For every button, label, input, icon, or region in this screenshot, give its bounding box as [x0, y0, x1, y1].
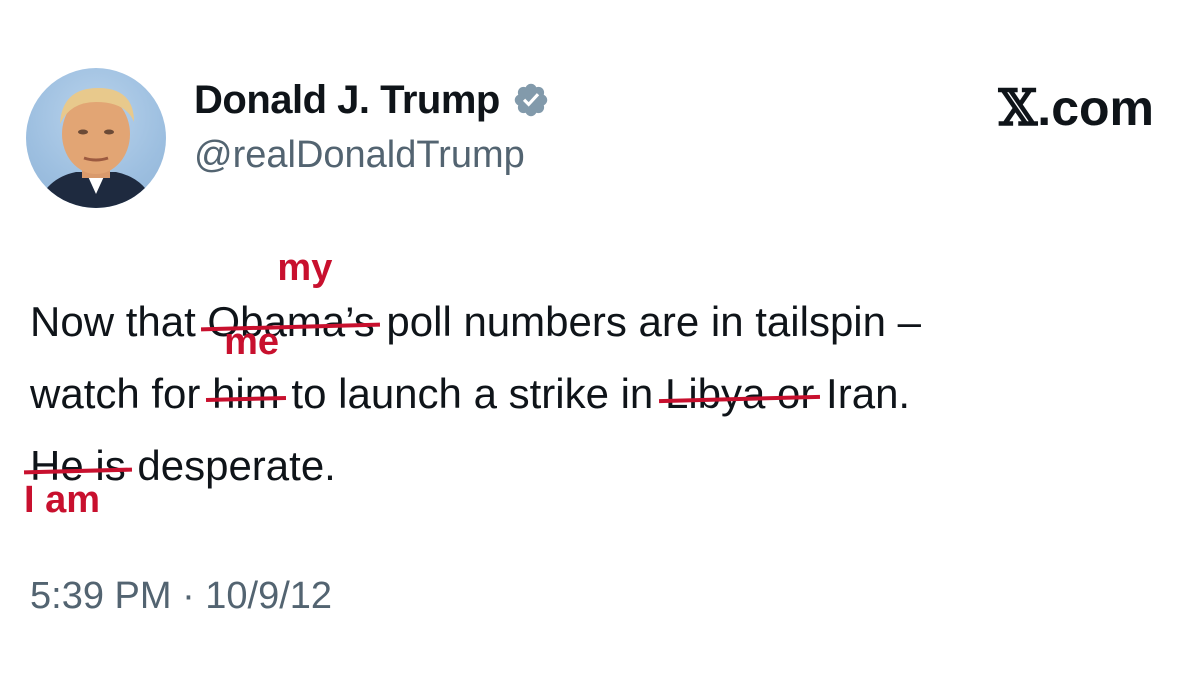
avatar[interactable]: [26, 68, 166, 208]
author-row: Donald J. Trump: [194, 72, 550, 128]
tweet-line-2: watch for him me to launch a strike in Li…: [30, 322, 921, 430]
corrected-word: He is I am: [24, 430, 126, 520]
corrected-word: him me: [212, 322, 280, 430]
struck-word: Libya or: [665, 358, 814, 430]
author-name[interactable]: Donald J. Trump: [194, 78, 500, 123]
struck-word: him: [212, 358, 280, 430]
tweet-line-1: Now that Obama’s my poll numbers are in t…: [30, 248, 922, 358]
tweet-text: Now that Obama’s my poll numbers are in t…: [24, 248, 922, 520]
tweet-timestamp[interactable]: 5:39 PM · 10/9/12: [30, 575, 332, 618]
tweet-text-segment: watch for: [30, 370, 213, 417]
brand-logo[interactable]: 𝕏 .com: [999, 78, 1155, 137]
tweet-text-segment: poll numbers are in tailspin –: [374, 298, 922, 345]
handwritten-correction: my: [277, 247, 333, 289]
tweet-line-3: He is I am desperate.: [24, 430, 921, 520]
tweet-text-segment: Iran.: [814, 370, 911, 417]
verified-badge-icon[interactable]: [512, 81, 550, 119]
tweet-text-segment: to launch a strike in: [279, 370, 665, 417]
avatar-portrait: [36, 88, 156, 208]
x-logo-icon: 𝕏: [998, 78, 1038, 137]
handwritten-correction: I am: [24, 479, 101, 521]
tweet-text-segment: Now that: [30, 298, 208, 345]
handwritten-correction: me: [224, 321, 279, 363]
author-handle[interactable]: @realDonaldTrump: [194, 134, 525, 177]
brand-domain: .com: [1037, 80, 1154, 136]
tweet-text-segment: desperate.: [125, 442, 336, 489]
